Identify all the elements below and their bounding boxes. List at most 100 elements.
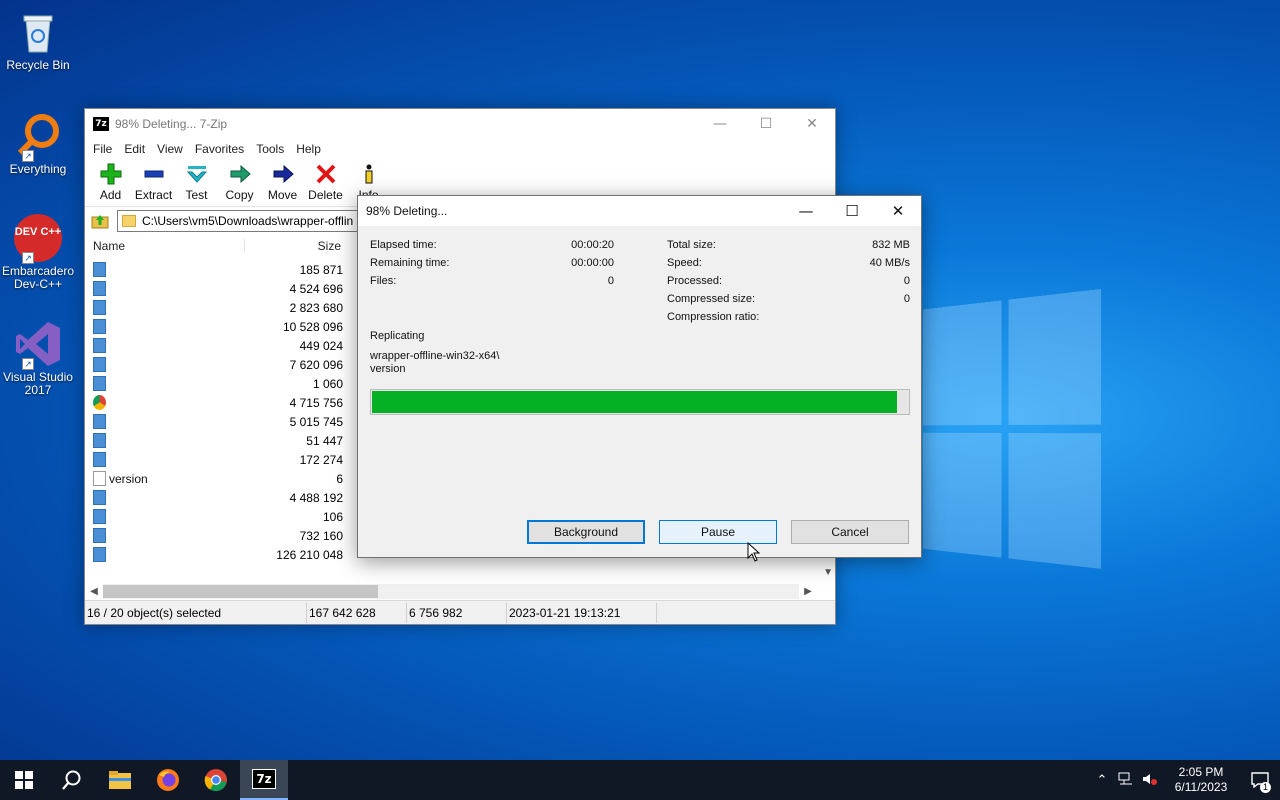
- desktop-icon-label: Everything: [9, 162, 67, 176]
- table-row[interactable]: 106: [85, 507, 355, 526]
- minimize-button[interactable]: —: [697, 109, 743, 139]
- table-row[interactable]: 172 274: [85, 450, 355, 469]
- address-path: C:\Users\vm5\Downloads\wrapper-offlin: [142, 214, 354, 228]
- file-icon: [93, 262, 106, 277]
- table-row[interactable]: 4 524 696: [85, 279, 355, 298]
- elapsed-time-value: 00:00:20: [571, 239, 614, 251]
- chrome-icon: [93, 395, 106, 410]
- scroll-down-arrow-icon[interactable]: ▼: [823, 567, 833, 578]
- move-button[interactable]: Move: [261, 159, 304, 206]
- file-icon: [93, 300, 106, 315]
- menu-favorites[interactable]: Favorites: [189, 142, 250, 156]
- file-icon: [93, 357, 106, 372]
- compression-ratio-label: Compression ratio:: [667, 311, 760, 323]
- test-button[interactable]: Test: [175, 159, 218, 206]
- desktop-icon-label: Recycle Bin: [6, 58, 70, 72]
- compressed-size-value: 0: [903, 293, 910, 305]
- 7zip-taskbar-icon: 7z: [252, 769, 276, 789]
- table-row[interactable]: 185 871: [85, 260, 355, 279]
- recycle-bin-icon: [14, 8, 62, 56]
- scroll-right-arrow-icon[interactable]: ▶: [799, 586, 817, 597]
- desktop-icon-recycle-bin[interactable]: Recycle Bin: [2, 8, 74, 72]
- taskbar-file-explorer[interactable]: [96, 760, 144, 800]
- windows-logo-wallpaper: [923, 288, 1101, 571]
- files-value: 0: [607, 275, 614, 287]
- speed-value: 40 MB/s: [869, 257, 910, 269]
- folder-icon: [122, 215, 136, 227]
- file-icon: [93, 376, 106, 391]
- dialog-maximize-button[interactable]: ☐: [829, 196, 875, 226]
- notification-center-button[interactable]: 1: [1240, 760, 1280, 800]
- desktop-icon-label: Visual Studio 2017: [3, 370, 73, 397]
- scroll-left-arrow-icon[interactable]: ◀: [85, 586, 103, 597]
- clock-time: 2:05 PM: [1178, 765, 1224, 779]
- dialog-titlebar[interactable]: 98% Deleting... — ☐ ✕: [358, 196, 921, 226]
- file-icon: [93, 509, 106, 524]
- mouse-cursor-icon: [747, 541, 761, 565]
- total-size-value: 832 MB: [872, 239, 910, 251]
- table-row[interactable]: 1 060: [85, 374, 355, 393]
- remaining-time-label: Remaining time:: [370, 257, 450, 269]
- text-file-icon: [93, 471, 106, 486]
- desktop-icon-devcpp[interactable]: DEV C++ ↗ Embarcadero Dev-C++: [2, 214, 74, 291]
- scroll-thumb[interactable]: [103, 585, 378, 598]
- start-button[interactable]: [0, 760, 48, 800]
- menu-help[interactable]: Help: [290, 142, 327, 156]
- table-row[interactable]: 5 015 745: [85, 412, 355, 431]
- pause-button[interactable]: Pause: [659, 520, 777, 544]
- table-row[interactable]: 449 024: [85, 336, 355, 355]
- copy-button[interactable]: Copy: [218, 159, 261, 206]
- file-icon: [93, 528, 106, 543]
- plus-icon: [100, 163, 122, 185]
- file-icon: [93, 547, 106, 562]
- cancel-button[interactable]: Cancel: [791, 520, 909, 544]
- add-button[interactable]: Add: [89, 159, 132, 206]
- menu-edit[interactable]: Edit: [118, 142, 151, 156]
- table-row[interactable]: 126 210 048: [85, 545, 355, 564]
- file-icon: [93, 319, 106, 334]
- tray-overflow-chevron-icon[interactable]: ⌃: [1090, 772, 1114, 788]
- copy-arrow-icon: [229, 163, 251, 185]
- main-titlebar[interactable]: 7z 98% Deleting... 7-Zip — ☐ ✕: [85, 109, 835, 139]
- dialog-minimize-button[interactable]: —: [783, 196, 829, 226]
- table-row[interactable]: version 6: [85, 469, 355, 488]
- delete-button[interactable]: Delete: [304, 159, 347, 206]
- table-row[interactable]: 51 447: [85, 431, 355, 450]
- taskbar-chrome[interactable]: [192, 760, 240, 800]
- current-path: wrapper-offline-win32-x64\: [370, 350, 500, 362]
- close-button[interactable]: ✕: [789, 109, 835, 139]
- main-window-title: 98% Deleting... 7-Zip: [115, 117, 228, 131]
- taskbar-clock[interactable]: 2:05 PM 6/11/2023: [1162, 765, 1240, 795]
- taskbar-firefox[interactable]: [144, 760, 192, 800]
- progress-bar-fill: [372, 391, 898, 413]
- background-button[interactable]: Background: [527, 520, 645, 544]
- desktop-icon-everything[interactable]: ↗ Everything: [2, 112, 74, 176]
- file-icon: [93, 414, 106, 429]
- menu-tools[interactable]: Tools: [250, 142, 290, 156]
- dialog-close-button[interactable]: ✕: [875, 196, 921, 226]
- visual-studio-icon: ↗: [14, 320, 62, 370]
- horizontal-scrollbar[interactable]: ◀ ▶: [85, 583, 835, 600]
- taskbar-7zip[interactable]: 7z: [240, 760, 288, 800]
- folder-up-icon[interactable]: [89, 210, 111, 232]
- column-header-name[interactable]: Name: [85, 239, 245, 253]
- total-size-label: Total size:: [667, 239, 716, 251]
- menu-view[interactable]: View: [151, 142, 189, 156]
- maximize-button[interactable]: ☐: [743, 109, 789, 139]
- table-row[interactable]: 4 715 756: [85, 393, 355, 412]
- table-row[interactable]: 732 160: [85, 526, 355, 545]
- table-row[interactable]: 10 528 096: [85, 317, 355, 336]
- desktop-icon-visual-studio[interactable]: ↗ Visual Studio 2017: [2, 320, 74, 397]
- processed-value: 0: [903, 275, 910, 287]
- taskbar-search-button[interactable]: [48, 760, 96, 800]
- minus-icon: [143, 163, 165, 185]
- network-icon[interactable]: [1114, 772, 1138, 789]
- table-row[interactable]: 2 823 680: [85, 298, 355, 317]
- table-row[interactable]: 4 488 192: [85, 488, 355, 507]
- table-row[interactable]: 7 620 096: [85, 355, 355, 374]
- extract-button[interactable]: Extract: [132, 159, 175, 206]
- column-header-size[interactable]: Size: [245, 239, 343, 253]
- status-modified: 2023-01-21 19:13:21: [507, 602, 657, 623]
- volume-muted-icon[interactable]: [1138, 772, 1162, 789]
- menu-file[interactable]: File: [87, 142, 118, 156]
